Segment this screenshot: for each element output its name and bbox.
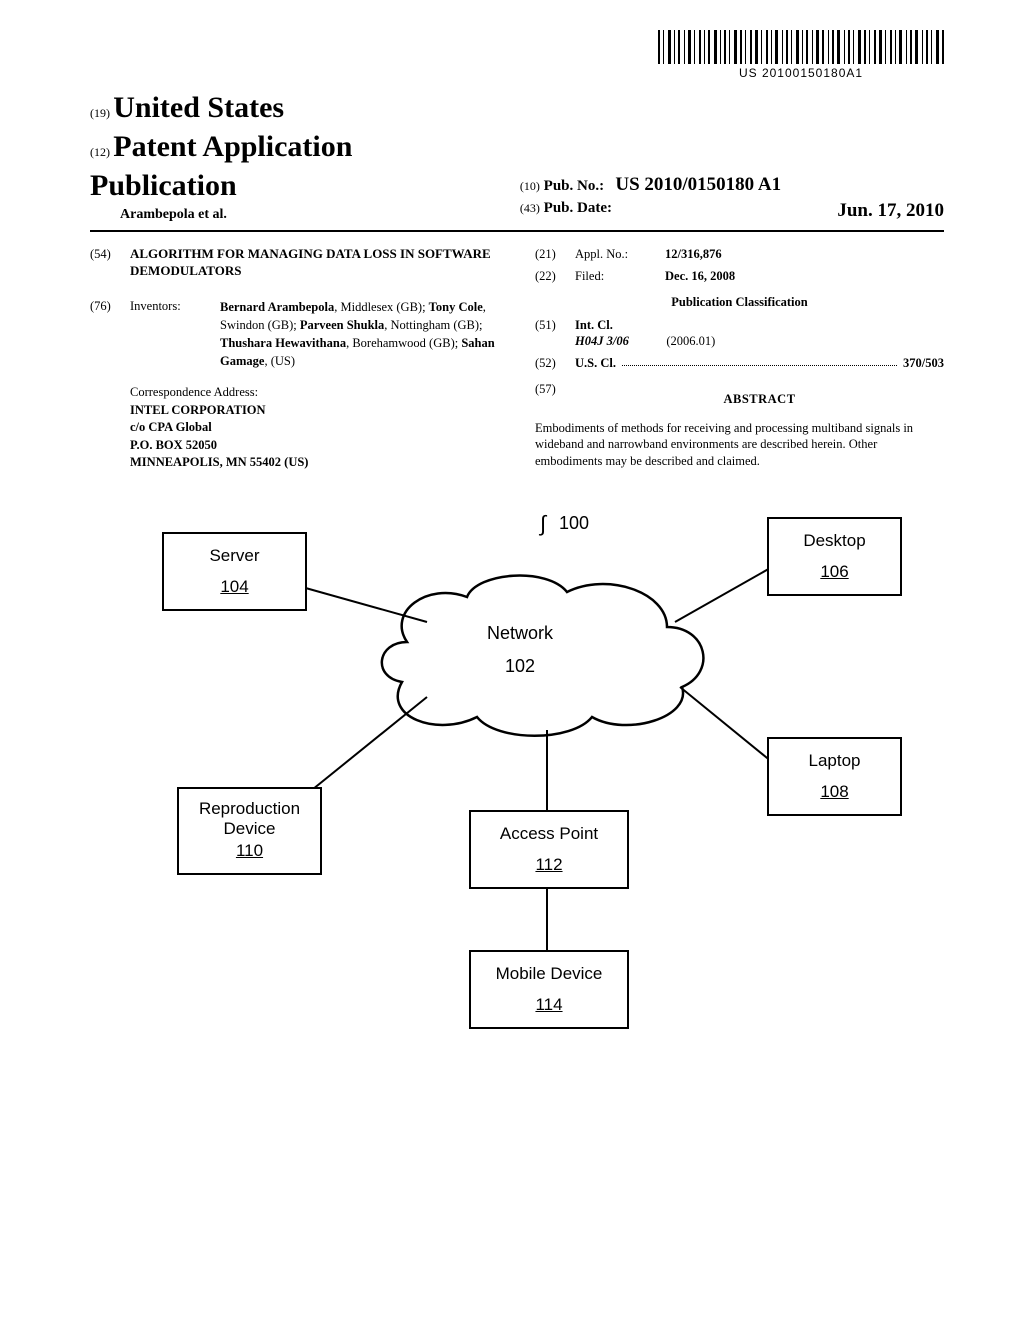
intcl-label: Int. Cl.	[575, 318, 613, 332]
barcode-block: US 20100150180A1	[90, 30, 944, 82]
dotted-leader	[622, 355, 897, 366]
intcl-symbol: H04J 3/06	[575, 334, 629, 348]
pubno-label: Pub. No.:	[544, 178, 604, 194]
pubno: US 2010/0150180 A1	[615, 174, 781, 195]
pubdate-label: Pub. Date:	[544, 200, 612, 216]
code-43: (43)	[520, 201, 540, 217]
applno-label: Appl. No.:	[575, 246, 665, 262]
code-51: (51)	[535, 317, 575, 350]
applno: 12/316,876	[665, 247, 722, 261]
corr-line-2: c/o CPA Global	[130, 419, 499, 437]
abstract-text: Embodiments of methods for receiving and…	[535, 420, 944, 471]
code-12: (12)	[90, 145, 110, 161]
correspondence-label: Correspondence Address:	[130, 384, 499, 402]
code-10: (10)	[520, 179, 540, 195]
reproduction-device-box: Reproduction Device 110	[177, 787, 322, 876]
access-point-box: Access Point 112	[469, 810, 629, 890]
code-52: (52)	[535, 355, 575, 371]
authors: Arambepola et al.	[120, 206, 500, 224]
reference-leader: ∫	[540, 510, 546, 539]
code-54: (54)	[90, 246, 130, 292]
pubclass-header: Publication Classification	[535, 294, 944, 310]
code-19: (19)	[90, 106, 110, 122]
corr-line-3: P.O. BOX 52050	[130, 437, 499, 455]
filed-label: Filed:	[575, 268, 665, 284]
code-22: (22)	[535, 268, 575, 284]
filed-date: Dec. 16, 2008	[665, 269, 735, 283]
doc-type: Patent Application Publication	[90, 130, 352, 202]
invention-title: ALGORITHM FOR MANAGING DATA LOSS IN SOFT…	[130, 246, 499, 280]
code-57: (57)	[535, 381, 575, 413]
code-21: (21)	[535, 246, 575, 262]
right-column: (21) Appl. No.: 12/316,876 (22) Filed: D…	[535, 246, 944, 472]
patent-cover-page: US 20100150180A1 (19) United States (12)…	[0, 0, 1024, 1112]
inventors-list: Bernard Arambepola, Middlesex (GB); Tony…	[220, 298, 499, 371]
code-76: (76)	[90, 298, 130, 371]
mobile-device-box: Mobile Device 114	[469, 950, 629, 1030]
desktop-box: Desktop 106	[767, 517, 902, 597]
pubdate: Jun. 17, 2010	[837, 199, 944, 224]
network-cloud-label: Network 102	[487, 622, 553, 679]
inventors-label: Inventors:	[130, 298, 220, 371]
server-box: Server 104	[162, 532, 307, 612]
ref-100: 100	[559, 512, 589, 535]
uscl-value: 370/503	[903, 355, 944, 371]
barcode-text: US 20100150180A1	[658, 66, 944, 82]
barcode	[658, 30, 944, 64]
country: United States	[113, 91, 284, 124]
corr-line-1: INTEL CORPORATION	[130, 402, 499, 420]
uscl-label: U.S. Cl.	[575, 355, 616, 371]
abstract-header: ABSTRACT	[575, 391, 944, 407]
corr-line-4: MINNEAPOLIS, MN 55402 (US)	[130, 454, 499, 472]
divider	[90, 230, 944, 232]
intcl-date: (2006.01)	[666, 334, 715, 348]
left-column: (54) ALGORITHM FOR MANAGING DATA LOSS IN…	[90, 246, 499, 472]
figure-1: ∫ 100 Network 102 Server 104 Desktop 106…	[127, 512, 907, 1072]
laptop-box: Laptop 108	[767, 737, 902, 817]
